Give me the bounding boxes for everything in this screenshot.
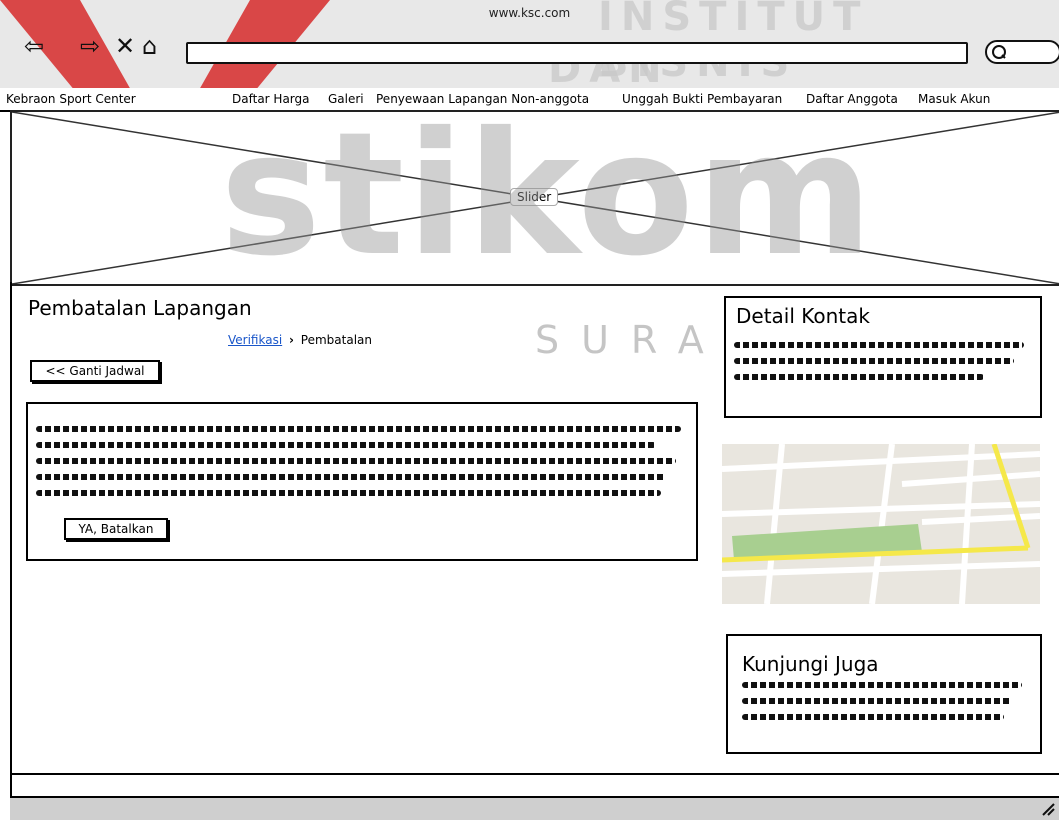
close-icon[interactable]: ✕ bbox=[115, 34, 135, 58]
location-map[interactable] bbox=[722, 444, 1040, 604]
placeholder-text-line bbox=[742, 714, 1004, 720]
contact-detail-box: Detail Kontak bbox=[724, 296, 1042, 418]
breadcrumb: Verifikasi › Pembatalan bbox=[228, 333, 372, 347]
page-title: Pembatalan Lapangan bbox=[28, 296, 252, 320]
watermark-logo-word: stikom bbox=[220, 96, 876, 294]
breadcrumb-current: Pembatalan bbox=[300, 333, 372, 347]
search-box[interactable] bbox=[985, 40, 1059, 64]
visit-also-box: Kunjungi Juga bbox=[726, 634, 1042, 754]
footer-divider bbox=[10, 773, 1059, 775]
footer-bar bbox=[10, 796, 1059, 820]
placeholder-text-line bbox=[36, 458, 676, 464]
placeholder-text-line bbox=[734, 374, 984, 380]
cancellation-message-box: YA, Batalkan bbox=[26, 402, 698, 561]
placeholder-text-line bbox=[36, 426, 681, 432]
placeholder-text-line bbox=[742, 682, 1022, 688]
page-frame-left bbox=[10, 282, 12, 818]
breadcrumb-separator: › bbox=[289, 333, 294, 347]
brand-name[interactable]: Kebraon Sport Center bbox=[6, 92, 136, 106]
ganti-jadwal-button[interactable]: << Ganti Jadwal bbox=[30, 360, 160, 382]
placeholder-text-line bbox=[36, 490, 661, 496]
visit-also-title: Kunjungi Juga bbox=[742, 652, 879, 676]
breadcrumb-link-verifikasi[interactable]: Verifikasi bbox=[228, 333, 282, 347]
placeholder-text-line bbox=[734, 358, 1014, 364]
placeholder-text-line bbox=[742, 698, 1012, 704]
home-icon[interactable]: ⌂ bbox=[142, 34, 157, 58]
placeholder-text-line bbox=[36, 442, 656, 448]
forward-arrow-icon[interactable]: ⇨ bbox=[80, 34, 100, 58]
resize-handle-icon[interactable] bbox=[1041, 802, 1055, 816]
nav-item-masuk-akun[interactable]: Masuk Akun bbox=[918, 92, 990, 106]
address-bar[interactable] bbox=[186, 42, 968, 64]
confirm-cancel-button[interactable]: YA, Batalkan bbox=[64, 518, 168, 540]
map-roads bbox=[722, 444, 1040, 604]
placeholder-text-line bbox=[734, 342, 1024, 348]
back-arrow-icon[interactable]: ⇦ bbox=[24, 34, 44, 58]
placeholder-text-line bbox=[36, 474, 666, 480]
search-icon bbox=[992, 45, 1006, 59]
contact-detail-title: Detail Kontak bbox=[736, 304, 870, 328]
